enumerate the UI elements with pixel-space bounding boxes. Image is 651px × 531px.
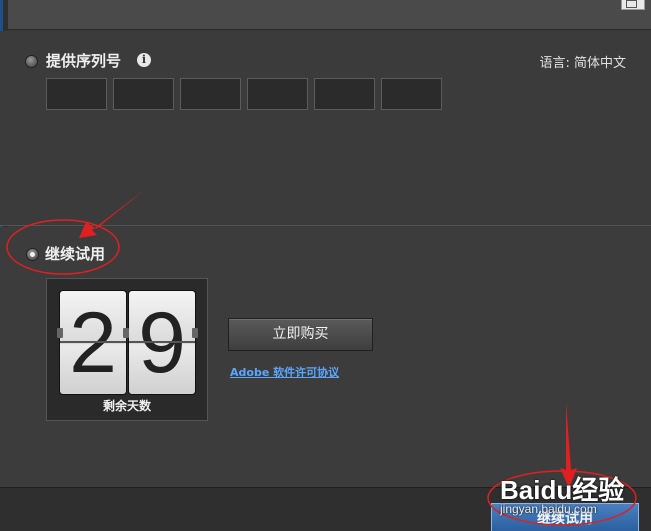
hinge [123, 328, 129, 338]
serial-label: 提供序列号 [46, 52, 122, 70]
digit-tens: 2 [69, 295, 117, 391]
serial-box-5[interactable] [314, 78, 375, 110]
digit-ones: 9 [138, 295, 186, 391]
serial-box-2[interactable] [113, 78, 174, 110]
serial-box-6[interactable] [381, 78, 442, 110]
window-icon[interactable] [621, 0, 645, 10]
days-remaining-label: 剩余天数 [102, 399, 151, 413]
hinge [57, 328, 63, 338]
language-label: 语言: 简体中文 [539, 56, 626, 71]
flip-digit-ones: 9 [129, 291, 195, 394]
top-strip [0, 0, 651, 30]
serial-box-4[interactable] [247, 78, 308, 110]
continue-trial-button[interactable]: 继续试用 [491, 503, 639, 531]
serial-box-3[interactable] [180, 78, 241, 110]
buy-now-button[interactable]: 立即购买 [228, 318, 373, 351]
info-icon[interactable]: i [137, 53, 151, 67]
serial-box-1[interactable] [46, 78, 107, 110]
trial-label: 继续试用 [45, 245, 106, 263]
flip-digit-tens: 2 [60, 291, 126, 394]
trial-radio[interactable] [26, 248, 39, 261]
days-counter: 2 9 剩余天数 [46, 278, 208, 421]
hinge [192, 328, 198, 338]
serial-radio[interactable] [25, 55, 38, 68]
license-agreement-link[interactable]: Adobe 软件许可协议 [230, 364, 339, 380]
